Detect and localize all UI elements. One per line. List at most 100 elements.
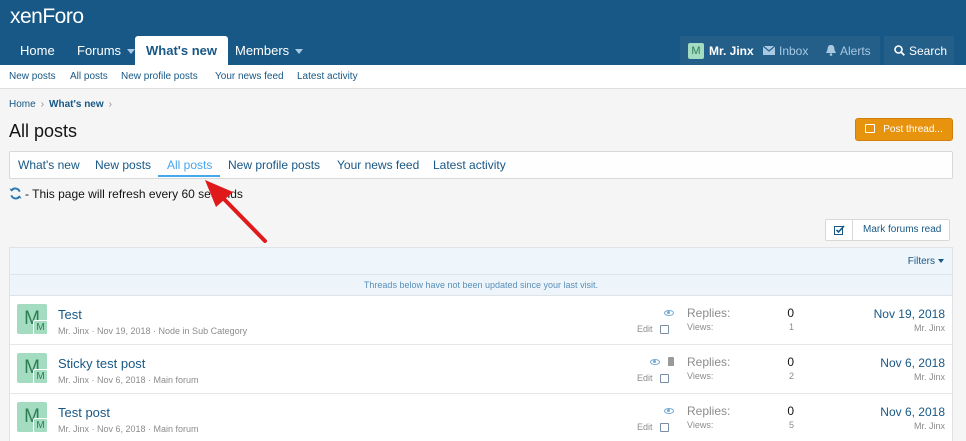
sub-navigation: New posts All posts New profile posts Yo… <box>0 65 966 89</box>
avatar[interactable]: M <box>33 418 48 433</box>
refresh-notice: - This page will refresh every 60 second… <box>9 187 243 201</box>
subnav-latest-activity[interactable]: Latest activity <box>297 71 358 82</box>
views-label: Views: <box>687 322 714 332</box>
tab-new-profile-posts[interactable]: New profile posts <box>228 158 320 172</box>
thread-title[interactable]: Sticky test post <box>58 356 145 371</box>
views-count: 2 <box>788 371 794 381</box>
main-navigation: Home Forums What's new Members M Mr. Jin… <box>0 36 966 65</box>
search-button[interactable]: Search <box>884 36 954 65</box>
thread-meta: Mr. Jinx · Nov 6, 2018 · Main forum <box>58 424 199 434</box>
table-row: M M Test Mr. Jinx · Nov 19, 2018 · Node … <box>10 296 952 345</box>
eye-icon <box>650 359 660 365</box>
breadcrumb-whats-new[interactable]: What's new <box>49 99 104 110</box>
subnav-new-profile-posts[interactable]: New profile posts <box>121 71 198 82</box>
nav-tab-forums[interactable]: Forums <box>67 36 145 65</box>
unread-notice: Threads below have not been updated sinc… <box>10 275 952 296</box>
replies-label: Replies: <box>687 404 731 418</box>
thread-meta: Mr. Jinx · Nov 19, 2018 · Node in Sub Ca… <box>58 326 248 336</box>
nav-tab-label: Members <box>235 43 290 58</box>
avatar[interactable]: M <box>33 320 48 335</box>
replies-count: 0 <box>787 404 794 418</box>
table-row: M M Sticky test post Mr. Jinx · Nov 6, 2… <box>10 345 952 394</box>
mark-read-label: Mark forums read <box>863 224 942 235</box>
active-tab-indicator <box>158 175 220 177</box>
chevron-down-icon[interactable] <box>295 49 304 55</box>
post-thread-label: Post thread... <box>883 124 943 135</box>
username: Mr. Jinx <box>709 43 754 58</box>
post-thread-button[interactable]: Post thread... <box>855 118 953 141</box>
chevron-down-icon[interactable] <box>127 49 136 55</box>
nav-tab-whats-new[interactable]: What's new <box>135 36 228 65</box>
chevron-down-icon <box>938 259 944 264</box>
select-checkbox[interactable] <box>660 325 669 334</box>
filters-bar: Filters <box>10 248 952 275</box>
replies-count: 0 <box>787 306 794 320</box>
site-header: xenForo Home Forums What's new Members M… <box>0 0 966 65</box>
tab-latest-activity[interactable]: Latest activity <box>433 158 506 172</box>
filters-dropdown[interactable]: Filters <box>908 256 944 267</box>
last-post-date[interactable]: Nov 6, 2018 <box>880 356 945 370</box>
envelope-icon <box>763 46 775 55</box>
breadcrumb-home[interactable]: Home <box>9 99 36 110</box>
views-label: Views: <box>687 371 714 381</box>
views-count: 5 <box>788 420 794 430</box>
edit-icon <box>865 124 876 133</box>
refresh-text: - This page will refresh every 60 second… <box>25 187 243 201</box>
page-title: All posts <box>9 121 78 141</box>
subnav-all-posts[interactable]: All posts <box>70 71 108 82</box>
avatar: M <box>688 42 704 59</box>
breadcrumb: Home › What's new › <box>9 99 117 110</box>
inbox-link[interactable]: Inbox <box>763 36 808 65</box>
views-count: 1 <box>788 322 794 332</box>
select-checkbox[interactable] <box>660 423 669 432</box>
nav-tab-label: What's new <box>146 43 217 58</box>
nav-tab-home[interactable]: Home <box>10 36 65 65</box>
table-row: M M Test post Mr. Jinx · Nov 6, 2018 · M… <box>10 394 952 441</box>
alerts-link[interactable]: Alerts <box>826 36 871 65</box>
inbox-label: Inbox <box>779 43 809 58</box>
page-content: Home › What's new › All posts Post thread..… <box>0 89 966 441</box>
tab-all-posts[interactable]: All posts <box>167 158 212 172</box>
nav-tab-label: Home <box>20 43 55 58</box>
search-icon <box>894 45 905 56</box>
filters-label: Filters <box>907 256 935 267</box>
refresh-icon <box>9 187 22 200</box>
eye-icon <box>664 310 674 316</box>
tab-whats-new[interactable]: What's new <box>18 158 80 172</box>
edit-link[interactable]: Edit <box>637 324 653 334</box>
nav-tab-members[interactable]: Members <box>225 36 313 65</box>
views-label: Views: <box>687 420 714 430</box>
pin-icon <box>668 357 674 366</box>
chevron-right-icon: › <box>40 99 45 110</box>
tab-news-feed[interactable]: Your news feed <box>337 158 419 172</box>
replies-count: 0 <box>787 355 794 369</box>
last-post-user[interactable]: Mr. Jinx <box>914 372 945 382</box>
tab-new-posts[interactable]: New posts <box>95 158 151 172</box>
checkmark-icon <box>826 220 853 240</box>
thread-list: Filters Threads below have not been upda… <box>9 247 953 441</box>
nav-tab-label: Forums <box>77 43 122 58</box>
subnav-new-posts[interactable]: New posts <box>9 71 56 82</box>
chevron-right-icon: › <box>108 99 112 110</box>
last-post-user[interactable]: Mr. Jinx <box>914 323 945 333</box>
avatar[interactable]: M <box>33 369 48 384</box>
replies-label: Replies: <box>687 355 731 369</box>
account-link[interactable]: M Mr. Jinx <box>680 36 755 65</box>
last-post-user[interactable]: Mr. Jinx <box>914 421 945 431</box>
replies-label: Replies: <box>687 306 731 320</box>
mark-forums-read-button[interactable]: Mark forums read <box>825 219 951 241</box>
edit-link[interactable]: Edit <box>637 422 653 432</box>
last-post-date[interactable]: Nov 6, 2018 <box>880 405 945 419</box>
thread-title[interactable]: Test post <box>58 405 110 420</box>
last-post-date[interactable]: Nov 19, 2018 <box>874 307 945 321</box>
search-label: Search <box>909 43 948 58</box>
edit-link[interactable]: Edit <box>637 373 653 383</box>
thread-title[interactable]: Test <box>58 307 82 322</box>
thread-meta: Mr. Jinx · Nov 6, 2018 · Main forum <box>58 375 199 385</box>
alerts-label: Alerts <box>840 43 871 58</box>
bell-icon <box>826 45 836 56</box>
whats-new-tabs: What's new New posts All posts New profi… <box>9 151 953 179</box>
select-checkbox[interactable] <box>660 374 669 383</box>
site-logo[interactable]: xenForo <box>10 5 84 29</box>
subnav-news-feed[interactable]: Your news feed <box>215 71 284 82</box>
